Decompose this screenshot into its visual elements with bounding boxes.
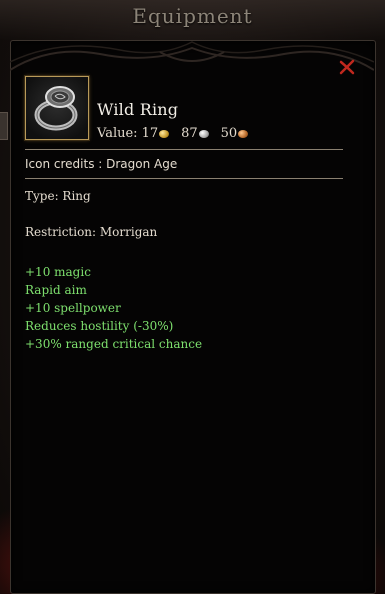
ring-icon: [34, 86, 78, 131]
stat-line: +10 magic: [25, 265, 91, 279]
item-icon-frame[interactable]: [25, 76, 89, 140]
item-restriction: Restriction: Morrigan: [25, 225, 158, 239]
side-tab[interactable]: [0, 112, 8, 140]
copper-amount: 50: [220, 126, 238, 141]
item-name: Wild Ring: [97, 100, 179, 119]
copper-coin-icon: [238, 129, 249, 138]
stat-line: +30% ranged critical chance: [25, 337, 203, 351]
value-label: Value:: [97, 126, 138, 141]
item-type: Type: Ring: [25, 189, 91, 203]
stat-line: Reduces hostility (-30%): [25, 319, 174, 333]
divider: [25, 149, 343, 150]
close-icon[interactable]: [338, 58, 356, 76]
gold-coin-icon: [159, 129, 170, 138]
gold-amount: 17: [141, 126, 159, 141]
item-value: Value: 17 87 50: [97, 126, 260, 141]
window-title: Equipment: [132, 4, 253, 28]
silver-amount: 87: [181, 126, 198, 141]
stat-line: Rapid aim: [25, 283, 87, 297]
stat-line: +10 spellpower: [25, 301, 121, 315]
divider: [25, 178, 343, 179]
icon-credits: Icon credits : Dragon Age: [25, 157, 178, 171]
item-stats: +10 magic Rapid aim +10 spellpower Reduc…: [25, 263, 202, 353]
silver-coin-icon: [198, 129, 209, 138]
